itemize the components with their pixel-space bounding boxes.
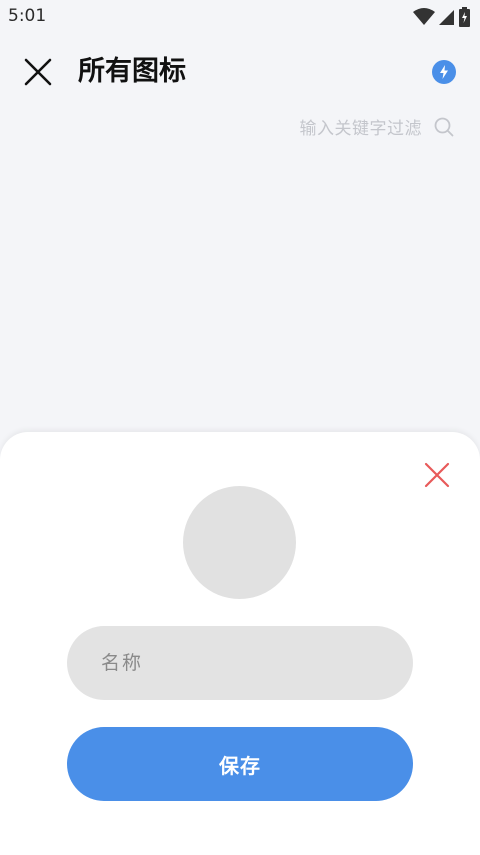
signal-icon (439, 8, 455, 30)
page-title: 所有图标 (78, 56, 186, 87)
close-icon (424, 462, 450, 488)
status-icons (413, 7, 470, 31)
app-bar: 所有图标 (0, 40, 480, 104)
filter-input[interactable]: 输入关键字过滤 (300, 114, 423, 139)
filter-search[interactable]: 输入关键字过滤 (300, 114, 455, 139)
close-button[interactable] (18, 52, 58, 92)
close-icon (24, 58, 52, 86)
status-time: 5:01 (8, 6, 47, 26)
flash-button[interactable] (432, 60, 456, 84)
bottom-sheet: 保存 (0, 432, 480, 855)
save-button[interactable]: 保存 (67, 727, 413, 801)
search-icon[interactable] (434, 117, 454, 137)
icon-avatar-picker[interactable] (183, 486, 296, 599)
name-input[interactable] (67, 626, 413, 700)
screen: 5:01 所有图标 输入关键字过滤 名称 保存 (0, 0, 480, 855)
flash-icon (440, 65, 448, 79)
battery-icon (459, 7, 470, 31)
sheet-close-button[interactable] (424, 462, 450, 488)
status-bar: 5:01 (0, 0, 480, 32)
wifi-icon (413, 8, 435, 30)
